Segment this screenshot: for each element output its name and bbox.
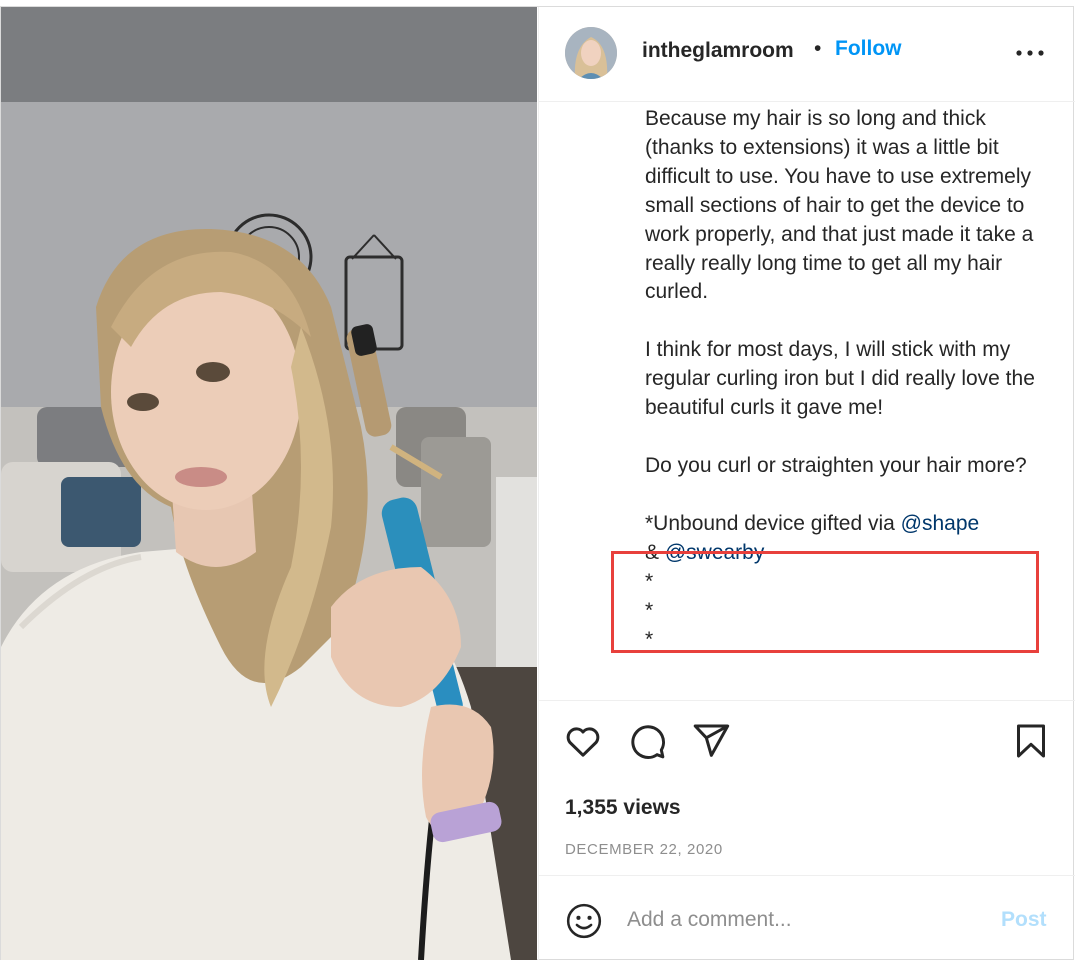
asterisk-line: *: [645, 569, 654, 593]
caption-paragraph: I think for most days, I will stick with…: [645, 338, 1035, 420]
post-date[interactable]: DECEMBER 22, 2020: [565, 841, 723, 858]
comment-input[interactable]: [627, 901, 967, 939]
gifted-text: *Unbound device gifted via: [645, 511, 901, 535]
bookmark-icon: [1017, 724, 1045, 758]
avatar-image: [565, 27, 617, 79]
post-video[interactable]: [1, 7, 537, 960]
avatar[interactable]: [565, 27, 617, 79]
comment-icon: [631, 725, 665, 759]
send-icon: [693, 724, 730, 757]
share-button[interactable]: [691, 721, 731, 761]
comment-button[interactable]: [627, 721, 667, 761]
emoji-button[interactable]: [565, 902, 603, 940]
save-button[interactable]: [1011, 721, 1051, 761]
video-frame-illustration: [1, 7, 537, 960]
post-actions: 1,355 views DECEMBER 22, 2020: [539, 700, 1075, 871]
caption-paragraph: Because my hair is so long and thick (th…: [645, 107, 1034, 304]
post-header: intheglamroom • Follow: [539, 7, 1075, 102]
like-button[interactable]: [563, 721, 603, 761]
caption-paragraph: Do you curl or straighten your hair more…: [645, 454, 1027, 478]
follow-button[interactable]: Follow: [835, 37, 902, 61]
mention-swearby-link[interactable]: @swearby: [665, 541, 765, 564]
gifted-disclosure-line2: & @swearby: [645, 539, 1045, 568]
mention-shape-link[interactable]: @shape: [901, 512, 980, 535]
more-options-button[interactable]: [1013, 43, 1047, 63]
heart-icon: [566, 727, 600, 757]
view-count[interactable]: 1,355 views: [565, 796, 681, 820]
separator-dot: •: [814, 37, 822, 60]
username-link[interactable]: intheglamroom: [642, 39, 794, 63]
asterisk-line: *: [645, 627, 654, 651]
gifted-disclosure: *Unbound device gifted via @shape: [645, 510, 1045, 539]
comment-bar: Post: [539, 875, 1075, 961]
emoji-icon: [566, 903, 602, 939]
ampersand-text: &: [645, 540, 665, 564]
more-horizontal-icon: [1016, 50, 1044, 56]
post-comment-button[interactable]: Post: [1001, 908, 1047, 932]
post-details-panel: intheglamroom • Follow Because my hair i…: [538, 7, 1075, 960]
asterisk-line: *: [645, 598, 654, 622]
post-caption: Because my hair is so long and thick (th…: [645, 105, 1045, 697]
